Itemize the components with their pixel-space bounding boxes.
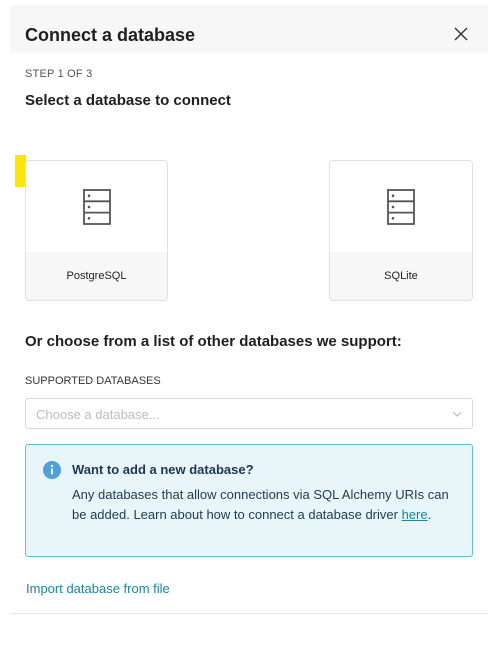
alert-title: Want to add a new database? (72, 462, 254, 477)
alert-body-end: . (427, 507, 432, 522)
modal-title: Connect a database (25, 25, 196, 45)
alert-body: Any databases that allow connections via… (72, 485, 462, 525)
database-icon (82, 189, 111, 225)
select-database-heading: Select a database to connect (25, 92, 231, 109)
connect-database-modal: Connect a database STEP 1 OF 3 Select a … (10, 0, 488, 614)
alert-body-text: Any databases that allow connections via… (72, 487, 449, 522)
footer-divider (10, 613, 488, 614)
card-label: SQLite (330, 252, 472, 300)
import-database-link[interactable]: Import database from file (26, 581, 170, 596)
modal-header: Connect a database (10, 5, 488, 53)
card-label: PostgreSQL (26, 252, 167, 300)
step-indicator: STEP 1 OF 3 (25, 68, 93, 80)
database-select[interactable]: Choose a database... (25, 398, 473, 429)
other-databases-heading: Or choose from a list of other databases… (25, 333, 402, 350)
close-icon[interactable] (454, 27, 468, 41)
card-icon-area (26, 161, 167, 253)
sqlite-card[interactable]: SQLite (329, 160, 473, 301)
database-icon (387, 189, 415, 225)
here-link[interactable]: here (402, 507, 428, 522)
postgresql-card[interactable]: PostgreSQL (25, 160, 168, 301)
select-placeholder: Choose a database... (36, 407, 160, 422)
card-icon-area (330, 161, 472, 253)
info-icon (43, 461, 61, 479)
supported-databases-label: SUPPORTED DATABASES (25, 375, 161, 387)
info-alert: Want to add a new database? Any database… (25, 444, 473, 557)
chevron-down-icon (452, 411, 462, 417)
